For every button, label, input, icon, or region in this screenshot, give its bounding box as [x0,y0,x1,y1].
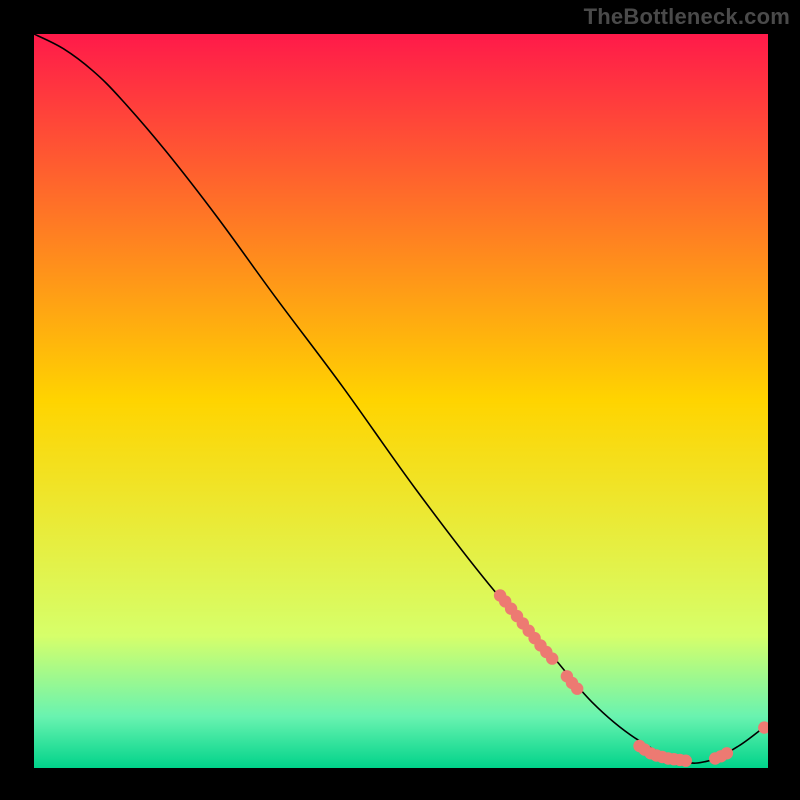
curve-marker [571,683,583,695]
curve-marker [680,755,692,767]
plot-area [34,34,768,768]
gradient-background [34,34,768,768]
watermark-text: TheBottleneck.com [584,4,790,30]
chart-svg [34,34,768,768]
curve-marker [546,652,558,664]
curve-marker [721,747,733,759]
chart-stage: TheBottleneck.com [0,0,800,800]
